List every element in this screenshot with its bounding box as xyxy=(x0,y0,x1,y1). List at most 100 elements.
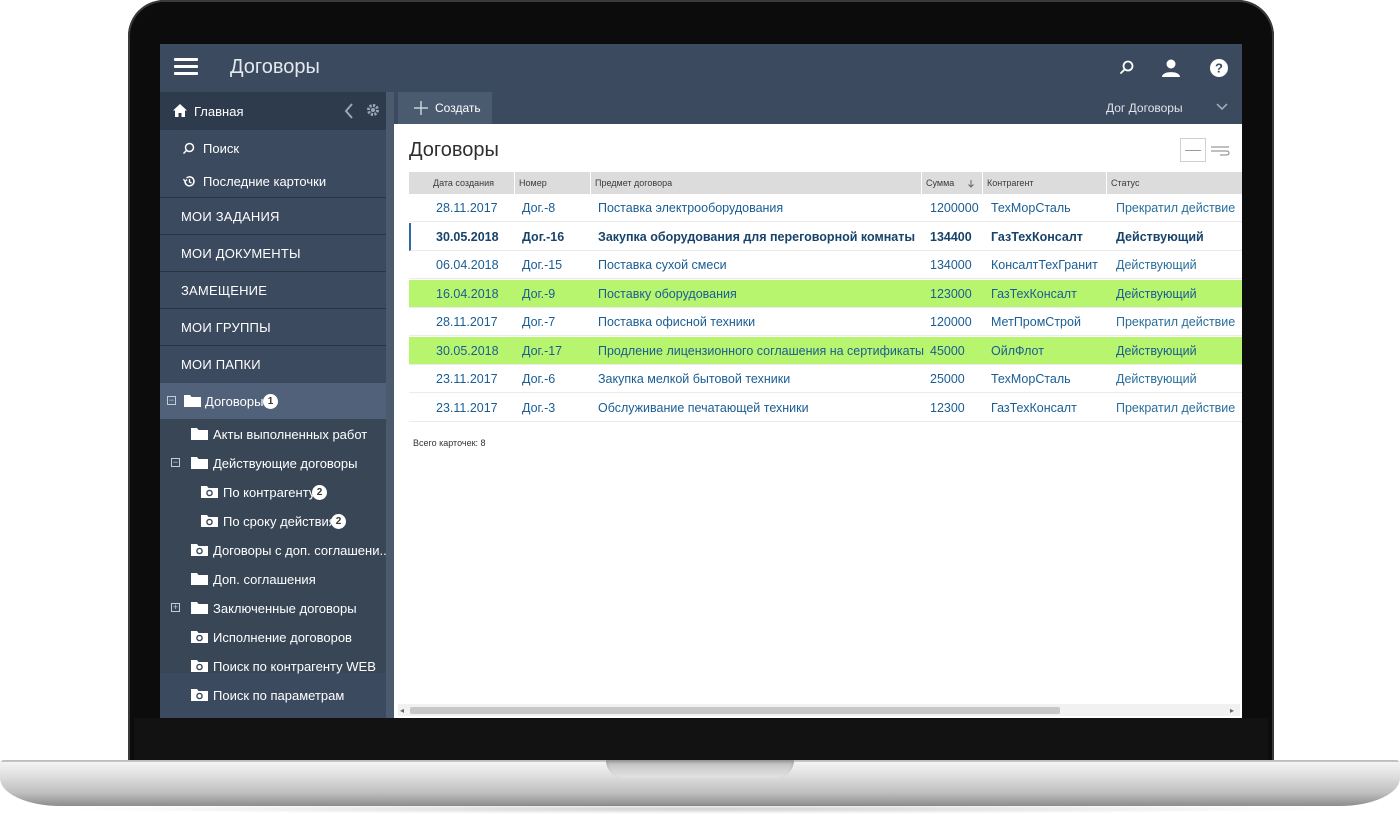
view-select-label: Дог Договоры xyxy=(1106,101,1183,115)
sidebar-item-search[interactable]: Поиск xyxy=(160,132,386,164)
column-header-date[interactable]: Дата создания xyxy=(409,172,515,194)
sidebar-section-label: МОИ ДОКУМЕНТЫ xyxy=(181,246,301,261)
folder-icon xyxy=(191,457,208,469)
cell-status: Прекратил действие xyxy=(1116,201,1236,215)
tree-item-label: Поиск по контрагенту WEB xyxy=(213,659,376,674)
tree-item-label: Доп. соглашения xyxy=(213,572,316,587)
cell-sum: 123000 xyxy=(930,287,972,301)
cell-status: Прекратил действие xyxy=(1116,401,1236,415)
app-title: Договоры xyxy=(230,56,320,78)
tree-item-label: Акты выполненных работ xyxy=(213,427,368,442)
laptop-shadow xyxy=(60,804,1340,814)
view-mode-toggle[interactable] xyxy=(1180,138,1206,162)
view-select[interactable]: Дог Договоры xyxy=(1094,92,1240,124)
help-icon[interactable]: ? xyxy=(1208,57,1230,79)
cell-number: Дог.-8 xyxy=(522,201,556,215)
tree-item-by-term[interactable]: По сроку действия 2 xyxy=(160,507,386,535)
table-row[interactable]: 30.05.2018 Дог.-16 Закупка оборудования … xyxy=(409,223,1242,251)
sidebar-section-documents[interactable]: МОИ ДОКУМЕНТЫ xyxy=(160,234,386,271)
cell-number: Дог.-3 xyxy=(522,401,556,415)
table-row[interactable]: 28.11.2017 Дог.-7 Поставка офисной техни… xyxy=(409,308,1242,336)
create-button-label: Создать xyxy=(435,101,481,115)
sidebar-section-label: ЗАМЕЩЕНИЕ xyxy=(181,283,268,298)
home-icon xyxy=(173,104,187,117)
cell-number: Дог.-17 xyxy=(522,344,563,358)
collapse-toggle[interactable]: − xyxy=(167,396,176,405)
cell-sum: 134400 xyxy=(930,230,972,244)
sidebar-section-tasks[interactable]: МОИ ЗАДАНИЯ xyxy=(160,197,386,234)
count-badge: 1 xyxy=(263,394,278,409)
cell-date: 06.04.2018 xyxy=(436,258,499,272)
sidebar: Главная Поиск Последние карточки МОИ ЗАД… xyxy=(160,92,386,718)
tree-item-concluded[interactable]: + Заключенные договоры xyxy=(160,594,386,622)
tree-item-execution[interactable]: Исполнение договоров xyxy=(160,623,386,651)
sidebar-scrollbar[interactable] xyxy=(386,92,394,718)
cell-number: Дог.-16 xyxy=(522,230,565,244)
tree-item-by-params[interactable]: Поиск по параметрам xyxy=(160,681,386,709)
table-row[interactable]: 28.11.2017 Дог.-8 Поставка электрооборуд… xyxy=(409,194,1242,222)
cell-date: 23.11.2017 xyxy=(436,401,498,415)
tree-item-contractor-web[interactable]: Поиск по контрагенту WEB xyxy=(160,652,386,680)
sidebar-section-folders[interactable]: МОИ ПАПКИ xyxy=(160,345,386,382)
count-badge: 2 xyxy=(331,514,346,529)
expand-toggle[interactable]: + xyxy=(171,603,180,612)
column-header-number[interactable]: Номер xyxy=(515,172,591,194)
app-header: Договоры ? xyxy=(160,44,1242,92)
collapse-toggle[interactable]: − xyxy=(171,458,180,467)
sidebar-item-label: Поиск xyxy=(203,141,240,156)
column-header-contractor[interactable]: Контрагент xyxy=(983,172,1107,194)
tree-item-label: Исполнение договоров xyxy=(213,630,352,645)
text-wrap-icon[interactable] xyxy=(1210,144,1230,156)
table-row[interactable]: 30.05.2018 Дог.-17 Продление лицензионно… xyxy=(409,337,1242,365)
chevron-left-icon[interactable] xyxy=(344,103,354,119)
table-row[interactable]: 23.11.2017 Дог.-6 Закупка мелкой бытовой… xyxy=(409,365,1242,393)
column-header-status[interactable]: Статус xyxy=(1107,172,1242,194)
search-folder-icon xyxy=(191,544,208,556)
horizontal-scrollbar[interactable]: ◂ ▸ xyxy=(398,704,1240,716)
cell-subject: Поставка офисной техники xyxy=(598,315,756,329)
gear-icon[interactable] xyxy=(366,103,380,117)
sidebar-home[interactable]: Главная xyxy=(160,92,386,130)
column-header-sum[interactable]: Сумма xyxy=(922,172,983,194)
laptop-notch xyxy=(606,760,794,778)
column-header-subject[interactable]: Предмет договора xyxy=(591,172,922,194)
tree-item-agreements[interactable]: Доп. соглашения xyxy=(160,565,386,593)
chevron-down-icon xyxy=(1216,103,1228,111)
tree-item-with-agreements[interactable]: Договоры с доп. соглашени... xyxy=(160,536,386,564)
main-content: Создать Дог Договоры Договоры Дата созда… xyxy=(394,92,1242,718)
cell-subject: Продление лицензионного соглашения на се… xyxy=(598,344,925,358)
sidebar-item-recent[interactable]: Последние карточки xyxy=(160,165,386,197)
table-row[interactable]: 23.11.2017 Дог.-3 Обслуживание печатающе… xyxy=(409,394,1242,422)
cell-subject: Поставка сухой смеси xyxy=(598,258,727,272)
cell-sum: 25000 xyxy=(930,372,965,386)
tree-item-by-contractor[interactable]: По контрагенту 2 xyxy=(160,478,386,506)
cell-subject: Обслуживание печатающей техники xyxy=(598,401,809,415)
search-icon[interactable] xyxy=(1116,57,1138,79)
menu-icon[interactable] xyxy=(174,58,198,76)
table-row[interactable]: 16.04.2018 Дог.-9 Поставку оборудования … xyxy=(409,280,1242,308)
scroll-left-icon[interactable]: ◂ xyxy=(400,706,404,715)
cell-date: 30.05.2018 xyxy=(436,230,499,244)
scroll-right-icon[interactable]: ▸ xyxy=(1230,706,1234,715)
cell-date: 30.05.2018 xyxy=(436,344,499,358)
cell-date: 28.11.2017 xyxy=(436,315,498,329)
tree-item-contracts[interactable]: − Договоры 1 xyxy=(160,383,386,419)
tree-item-label: Договоры xyxy=(205,394,264,409)
cell-sum: 45000 xyxy=(930,344,965,358)
tree-item-active-contracts[interactable]: − Действующие договоры xyxy=(160,449,386,477)
table-header: Дата создания Номер Предмет договора Сум… xyxy=(409,172,1242,194)
cell-contractor: ТехМорСталь xyxy=(991,201,1071,215)
cell-number: Дог.-9 xyxy=(522,287,556,301)
create-button[interactable]: Создать xyxy=(398,92,492,124)
scrollbar-thumb[interactable] xyxy=(410,707,1060,714)
cell-sum: 120000 xyxy=(930,315,972,329)
cell-status: Действующий xyxy=(1116,344,1197,358)
table-row[interactable]: 06.04.2018 Дог.-15 Поставка сухой смеси … xyxy=(409,251,1242,279)
sidebar-section-groups[interactable]: МОИ ГРУППЫ xyxy=(160,308,386,345)
user-icon[interactable] xyxy=(1160,57,1182,79)
total-count: Всего карточек: 8 xyxy=(413,438,486,448)
cell-status: Прекратил действие xyxy=(1116,315,1236,329)
tree-item-label: Действующие договоры xyxy=(213,456,358,471)
tree-item-acts[interactable]: Акты выполненных работ xyxy=(160,420,386,448)
sidebar-section-substitution[interactable]: ЗАМЕЩЕНИЕ xyxy=(160,271,386,308)
